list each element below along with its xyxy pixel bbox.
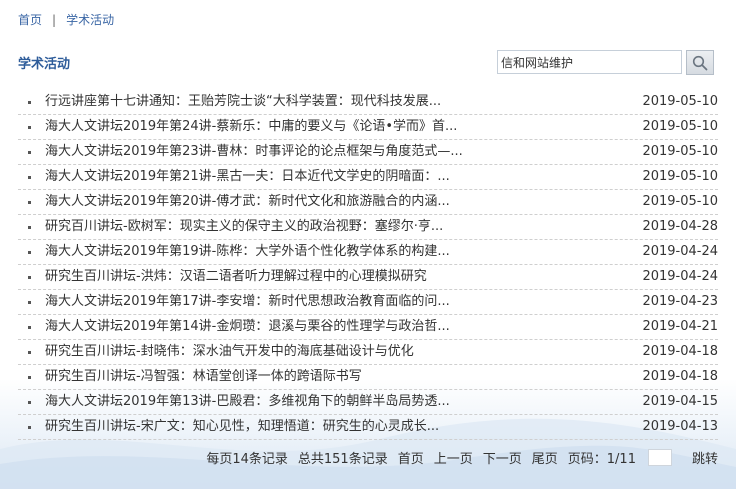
search-input[interactable] — [497, 50, 682, 74]
list-item: 海大人文讲坛2019年第14讲-金炯瓒：退溪与栗谷的性理学与政治哲... 2019… — [18, 315, 718, 340]
article-date: 2019-04-28 — [642, 219, 718, 234]
bullet-icon — [28, 150, 31, 154]
article-title-link[interactable]: 研究生百川讲坛-冯智强：林语堂创译一体的跨语际书写 — [45, 365, 638, 389]
article-title-link[interactable]: 海大人文讲坛2019年第19讲-陈桦：大学外语个性化教学体系的构建... — [45, 240, 638, 264]
bullet-icon — [28, 350, 31, 354]
article-title-link[interactable]: 海大人文讲坛2019年第23讲-曹林：时事评论的论点框架与角度范式—... — [45, 140, 638, 164]
article-date: 2019-05-10 — [642, 94, 718, 109]
list-item: 研究生百川讲坛-洪炜：汉语二语者听力理解过程中的心理模拟研究 2019-04-24 — [18, 265, 718, 290]
article-date: 2019-05-10 — [642, 144, 718, 159]
search-icon — [692, 55, 708, 70]
pager-page-info: 页码：1/11 — [567, 452, 636, 467]
article-title-link[interactable]: 研究生百川讲坛-封晓伟：深水油气开发中的海底基础设计与优化 — [45, 340, 638, 364]
article-date: 2019-04-18 — [642, 369, 718, 384]
breadcrumb: 首页 | 学术活动 — [18, 11, 114, 28]
list-item: 研究生百川讲坛-封晓伟：深水油气开发中的海底基础设计与优化 2019-04-18 — [18, 340, 718, 365]
article-title-link[interactable]: 海大人文讲坛2019年第24讲-蔡新乐：中庸的要义与《论语•学而》首... — [45, 115, 638, 139]
article-date: 2019-04-23 — [642, 294, 718, 309]
bullet-icon — [28, 300, 31, 304]
bullet-icon — [28, 275, 31, 279]
article-date: 2019-05-10 — [642, 194, 718, 209]
list-item: 海大人文讲坛2019年第21讲-黑古一夫：日本近代文学史的阴暗面：... 2019… — [18, 165, 718, 190]
page-number-input[interactable] — [647, 449, 672, 466]
list-item: 海大人文讲坛2019年第19讲-陈桦：大学外语个性化教学体系的构建... 2019… — [18, 240, 718, 265]
article-title-link[interactable]: 研究百川讲坛-欧树军：现实主义的保守主义的政治视野：塞缪尔·亨... — [45, 215, 638, 239]
article-title-link[interactable]: 海大人文讲坛2019年第20讲-傅才武：新时代文化和旅游融合的内涵... — [45, 190, 638, 214]
pager-per-page: 每页14条记录 — [206, 452, 288, 467]
article-date: 2019-04-24 — [642, 269, 718, 284]
pager-first-link[interactable]: 首页 — [398, 448, 424, 467]
list-item: 海大人文讲坛2019年第20讲-傅才武：新时代文化和旅游融合的内涵... 2019… — [18, 190, 718, 215]
pager-prev-link[interactable]: 上一页 — [434, 448, 473, 467]
bullet-icon — [28, 100, 31, 104]
article-date: 2019-04-13 — [642, 419, 718, 434]
article-date: 2019-04-21 — [642, 319, 718, 334]
list-item: 研究生百川讲坛-冯智强：林语堂创译一体的跨语际书写 2019-04-18 — [18, 365, 718, 390]
section-title: 学术活动 — [18, 57, 71, 72]
article-title-link[interactable]: 海大人文讲坛2019年第13讲-巴殿君：多维视角下的朝鲜半岛局势透... — [45, 390, 638, 414]
list-item: 行远讲座第十七讲通知：王贻芳院士谈“大科学装置：现代科技发展... 2019-05… — [18, 90, 718, 115]
article-date: 2019-05-10 — [642, 169, 718, 184]
list-item: 研究百川讲坛-欧树军：现实主义的保守主义的政治视野：塞缪尔·亨... 2019-0… — [18, 215, 718, 240]
article-title-link[interactable]: 行远讲座第十七讲通知：王贻芳院士谈“大科学装置：现代科技发展... — [45, 90, 638, 114]
article-list: 行远讲座第十七讲通知：王贻芳院士谈“大科学装置：现代科技发展... 2019-05… — [18, 90, 718, 440]
article-date: 2019-04-18 — [642, 344, 718, 359]
list-item: 海大人文讲坛2019年第24讲-蔡新乐：中庸的要义与《论语•学而》首... 201… — [18, 115, 718, 140]
article-title-link[interactable]: 研究生百川讲坛-洪炜：汉语二语者听力理解过程中的心理模拟研究 — [45, 265, 638, 289]
list-item: 研究生百川讲坛-宋广文：知心见性，知理悟道：研究生的心灵成长... 2019-04… — [18, 415, 718, 440]
breadcrumb-current-link[interactable]: 学术活动 — [66, 11, 114, 28]
list-item: 海大人文讲坛2019年第17讲-李安增：新时代思想政治教育面临的问... 2019… — [18, 290, 718, 315]
bullet-icon — [28, 425, 31, 429]
breadcrumb-separator: | — [52, 12, 57, 27]
article-title-link[interactable]: 海大人文讲坛2019年第17讲-李安增：新时代思想政治教育面临的问... — [45, 290, 638, 314]
list-item: 海大人文讲坛2019年第23讲-曹林：时事评论的论点框架与角度范式—... 201… — [18, 140, 718, 165]
article-date: 2019-04-24 — [642, 244, 718, 259]
pagination: 每页14条记录 总共151条记录 首页 上一页 下一页 尾页 页码：1/11 跳… — [196, 448, 718, 467]
bullet-icon — [28, 250, 31, 254]
bullet-icon — [28, 375, 31, 379]
search-button[interactable] — [686, 50, 714, 75]
list-item: 海大人文讲坛2019年第13讲-巴殿君：多维视角下的朝鲜半岛局势透... 2019… — [18, 390, 718, 415]
article-date: 2019-05-10 — [642, 119, 718, 134]
bullet-icon — [28, 400, 31, 404]
pager-next-link[interactable]: 下一页 — [483, 448, 522, 467]
article-title-link[interactable]: 研究生百川讲坛-宋广文：知心见性，知理悟道：研究生的心灵成长... — [45, 415, 638, 439]
article-title-link[interactable]: 海大人文讲坛2019年第21讲-黑古一夫：日本近代文学史的阴暗面：... — [45, 165, 638, 189]
bullet-icon — [28, 175, 31, 179]
bullet-icon — [28, 325, 31, 329]
pager-go-button[interactable]: 跳转 — [692, 448, 718, 467]
bullet-icon — [28, 200, 31, 204]
pager-total: 总共151条记录 — [297, 452, 388, 467]
article-date: 2019-04-15 — [642, 394, 718, 409]
search-box — [497, 50, 715, 75]
article-title-link[interactable]: 海大人文讲坛2019年第14讲-金炯瓒：退溪与栗谷的性理学与政治哲... — [45, 315, 638, 339]
bullet-icon — [28, 225, 31, 229]
pager-last-link[interactable]: 尾页 — [532, 448, 558, 467]
bullet-icon — [28, 125, 31, 129]
breadcrumb-home-link[interactable]: 首页 — [18, 11, 42, 28]
